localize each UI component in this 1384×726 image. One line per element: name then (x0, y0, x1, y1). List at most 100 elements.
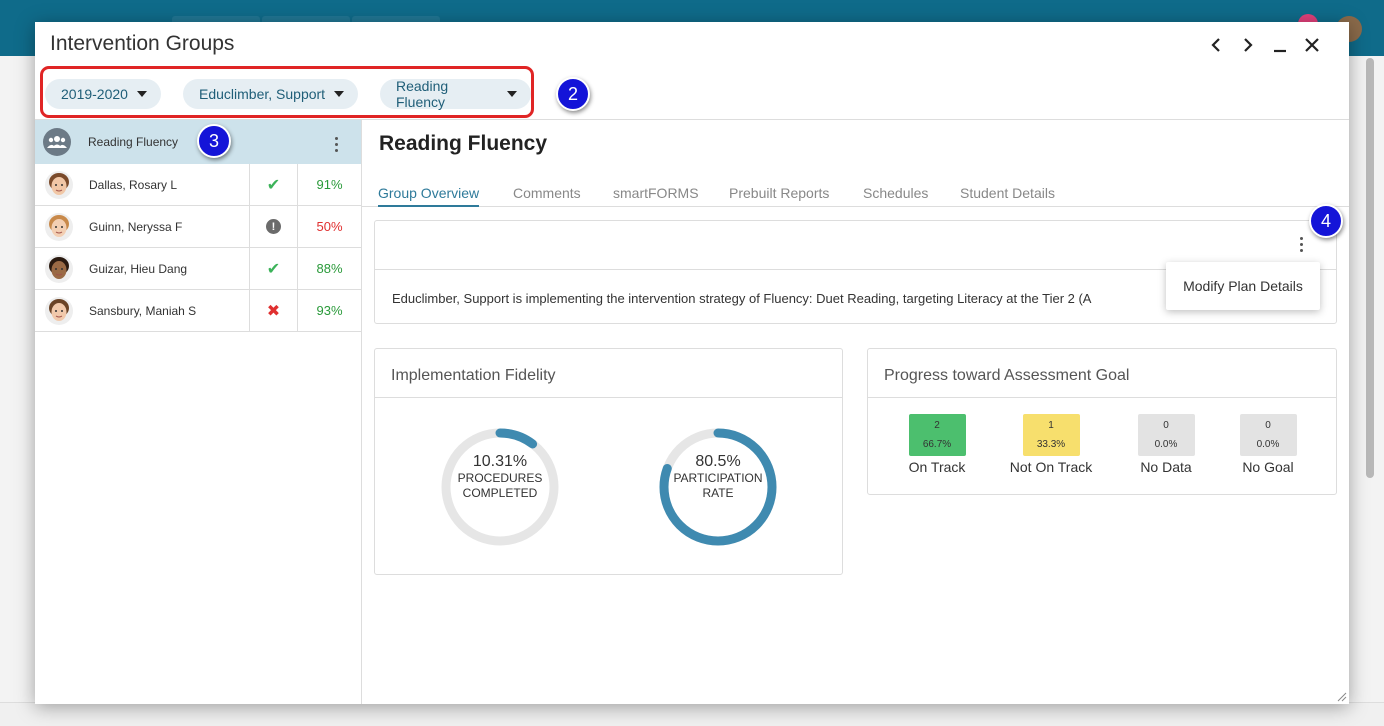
goal-not-on-track[interactable]: 1 33.3% Not On Track (1001, 414, 1101, 475)
app-bottom-strip (0, 702, 1384, 726)
percent-cell: 50% (297, 206, 361, 247)
users-group-icon (43, 128, 71, 156)
on-track-box: 2 66.7% (908, 414, 966, 456)
caret-down-icon (507, 91, 517, 97)
no-data-count: 0 (1163, 420, 1169, 431)
app-left-edge (0, 56, 36, 726)
participation-caption-2: RATE (702, 486, 734, 500)
procedures-caption-1: PROCEDURES (457, 471, 543, 485)
callout-badge-3: 3 (197, 124, 231, 158)
student-percent: 91% (316, 177, 343, 192)
app-scrollbar[interactable] (1366, 58, 1374, 478)
callout-badge-4: 4 (1309, 204, 1343, 238)
tab-smartforms[interactable]: smartFORMS (613, 185, 699, 207)
filter-bar: 2019-2020 Educlimber, Support Reading Fl… (40, 66, 534, 118)
percent-cell: 91% (297, 164, 361, 205)
student-row[interactable]: Guinn, Neryssa F! 50% (35, 206, 361, 248)
status-cell: ✖ (249, 290, 297, 331)
callout-badge-2: 2 (556, 77, 590, 111)
check-icon: ✔ (266, 176, 281, 194)
student-avatar (45, 255, 73, 283)
procedures-label: 10.31% PROCEDURES COMPLETED (445, 453, 555, 501)
group-name: Reading Fluency (88, 135, 179, 149)
window-controls (1207, 34, 1321, 56)
goal-on-track[interactable]: 2 66.7% On Track (897, 414, 977, 475)
minimize-icon[interactable] (1271, 34, 1289, 56)
group-more-icon[interactable] (335, 137, 339, 152)
student-name: Dallas, Rosary L (89, 178, 178, 192)
student-name: Sansbury, Maniah S (89, 304, 197, 318)
tab-schedules[interactable]: Schedules (863, 185, 928, 207)
assessment-goal-card: Progress toward Assessment Goal 2 66.7% … (867, 348, 1337, 495)
on-track-count: 2 (934, 420, 940, 431)
group-filter-label: Reading Fluency (396, 78, 449, 110)
student-row[interactable]: Sansbury, Maniah S ✖ 93% (35, 290, 361, 332)
no-goal-percent: 0.0% (1256, 439, 1280, 450)
assessment-goal-header: Progress toward Assessment Goal (868, 349, 1336, 398)
fidelity-card-header: Implementation Fidelity (375, 349, 842, 398)
modal-title: Intervention Groups (50, 32, 235, 55)
student-row[interactable]: Guizar, Hieu Dang ✔ 88% (35, 248, 361, 290)
student-percent: 93% (316, 303, 343, 318)
participation-percent: 80.5% (695, 453, 741, 470)
percent-cell: 88% (297, 248, 361, 289)
not-on-track-label: Not On Track (1009, 459, 1093, 475)
staff-filter-label: Educlimber, Support (199, 86, 326, 102)
goal-no-data[interactable]: 0 0.0% No Data (1126, 414, 1206, 475)
tab-bar: Group Overview Comments smartFORMS Prebu… (362, 182, 1349, 207)
not-on-track-count: 1 (1048, 420, 1054, 431)
goal-no-goal[interactable]: 0 0.0% No Goal (1228, 414, 1308, 475)
status-cell: ✔ (249, 248, 297, 289)
year-filter-dropdown[interactable]: 2019-2020 (45, 79, 161, 109)
modify-plan-details-menu-item[interactable]: Modify Plan Details (1166, 262, 1320, 310)
procedures-percent: 10.31% (472, 453, 528, 470)
not-on-track-percent: 33.3% (1036, 439, 1066, 450)
chevron-left-icon[interactable] (1207, 34, 1225, 56)
student-avatar (45, 213, 73, 241)
participation-caption-1: PARTICIPATION (673, 471, 763, 485)
student-avatar (45, 171, 73, 199)
alert-circle-icon: ! (266, 219, 281, 234)
implementation-fidelity-card: Implementation Fidelity 10.31% PROCEDURE… (374, 348, 843, 575)
student-name: Guizar, Hieu Dang (89, 262, 188, 276)
tab-comments[interactable]: Comments (513, 185, 581, 207)
tab-prebuilt-reports[interactable]: Prebuilt Reports (729, 185, 829, 207)
staff-filter-dropdown[interactable]: Educlimber, Support (183, 79, 359, 109)
intervention-groups-modal: Intervention Groups 2019-2020 Educlimber… (35, 22, 1349, 704)
close-icon[interactable] (1303, 34, 1321, 56)
status-cell: ! (249, 206, 297, 247)
assessment-goal-title: Progress toward Assessment Goal (884, 367, 1130, 384)
plan-more-icon[interactable] (1300, 237, 1304, 252)
student-avatar (45, 297, 73, 325)
check-icon: ✔ (266, 260, 281, 278)
caret-down-icon (136, 91, 147, 97)
page-title: Reading Fluency (379, 132, 548, 155)
no-goal-label: No Goal (1242, 459, 1294, 475)
strategy-description: Educlimber, Support is implementing the … (392, 291, 1092, 306)
student-percent: 50% (316, 219, 343, 234)
student-percent: 88% (316, 261, 343, 276)
fidelity-title: Implementation Fidelity (391, 367, 556, 384)
percent-cell: 93% (297, 290, 361, 331)
year-filter-label: 2019-2020 (61, 86, 128, 102)
no-goal-box: 0 0.0% (1239, 414, 1297, 456)
no-goal-count: 0 (1265, 420, 1271, 431)
resize-handle-icon[interactable] (1337, 692, 1347, 702)
no-data-label: No Data (1140, 459, 1192, 475)
tab-group-overview[interactable]: Group Overview (378, 185, 480, 207)
x-icon: ✖ (266, 302, 281, 320)
no-data-percent: 0.0% (1154, 439, 1178, 450)
group-filter-dropdown[interactable]: Reading Fluency (380, 78, 531, 110)
student-name: Guinn, Neryssa F (89, 220, 183, 234)
participation-label: 80.5% PARTICIPATION RATE (663, 453, 773, 501)
not-on-track-box: 1 33.3% (1022, 414, 1080, 456)
tab-student-details[interactable]: Student Details (960, 185, 1055, 207)
no-data-box: 0 0.0% (1137, 414, 1195, 456)
student-row[interactable]: Dallas, Rosary L ✔ 91% (35, 164, 361, 206)
modify-plan-details-label: Modify Plan Details (1183, 278, 1303, 294)
caret-down-icon (334, 91, 345, 97)
chevron-right-icon[interactable] (1239, 34, 1257, 56)
on-track-percent: 66.7% (922, 439, 952, 450)
status-cell: ✔ (249, 164, 297, 205)
procedures-caption-2: COMPLETED (462, 486, 538, 500)
